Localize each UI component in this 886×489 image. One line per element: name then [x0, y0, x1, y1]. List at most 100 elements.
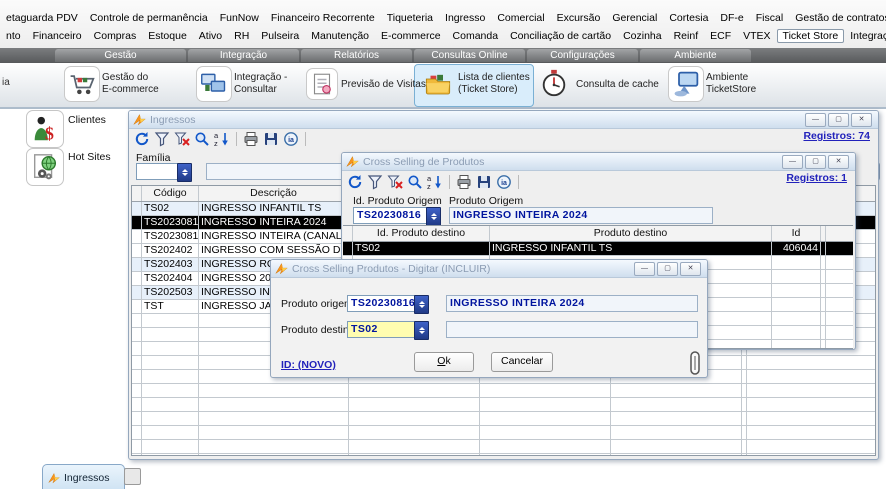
menu-item[interactable]: etaguarda PDV [0, 11, 84, 25]
cross-selling-records-link[interactable]: Registros: 1 [786, 172, 847, 184]
id-produto-origem-input[interactable]: TS20230816 [353, 207, 433, 224]
menu-item[interactable]: Ticket Store [777, 29, 845, 43]
cancel-button[interactable]: Cancelar [491, 352, 553, 372]
cross-selling-table-header[interactable]: Id. Produto destino Produto destino Id [343, 226, 853, 242]
column-id[interactable]: Id [772, 226, 821, 241]
ecommerce-label[interactable]: Gestão do E-commerce [102, 72, 180, 96]
ingressos-titlebar[interactable]: Ingressos [129, 111, 878, 129]
save-icon[interactable] [263, 131, 279, 147]
filter-icon[interactable] [154, 131, 170, 147]
info-badge-icon[interactable]: ia [496, 174, 512, 190]
clientes-button[interactable]: $ [26, 110, 64, 148]
category-relatorios[interactable]: Relatórios [301, 49, 412, 62]
search-icon[interactable] [194, 131, 210, 147]
hot-sites-button[interactable] [26, 148, 64, 186]
column-codigo[interactable]: Código [142, 186, 199, 201]
menu-item[interactable]: DF-e [714, 11, 749, 25]
info-badge-icon[interactable]: ia [283, 131, 299, 147]
lista-clientes-button[interactable] [422, 68, 454, 100]
maximize-button[interactable]: ▢ [805, 155, 826, 169]
category-ambiente[interactable]: Ambiente [640, 49, 751, 62]
consulta-cache-label[interactable]: Consulta de cache [576, 79, 671, 91]
minimize-button[interactable]: — [782, 155, 803, 169]
menu-item[interactable]: Reinf [668, 29, 705, 43]
integracao-consultar-button[interactable] [196, 66, 232, 102]
integracao-consultar-label[interactable]: Integração - Consultar [234, 72, 310, 96]
menu-item[interactable]: Controle de permanência [84, 11, 214, 25]
hot-sites-label[interactable]: Hot Sites [68, 151, 111, 163]
category-configuracoes[interactable]: Configurações [527, 49, 638, 62]
category-gestao[interactable]: Gestão [55, 49, 186, 62]
column-id-produto-destino[interactable]: Id. Produto destino [353, 226, 490, 241]
column-produto-destino[interactable]: Produto destino [490, 226, 772, 241]
tab-restore-icon[interactable] [124, 468, 141, 485]
menu-item[interactable]: Ingresso [439, 11, 491, 25]
dialog-produto-destino-input[interactable]: TS02 [347, 321, 421, 338]
menu-item[interactable]: RH [228, 29, 255, 43]
minimize-button[interactable]: — [634, 262, 655, 276]
print-icon[interactable] [243, 131, 259, 147]
close-button[interactable]: ✕ [851, 113, 872, 127]
menu-item[interactable]: nto [0, 29, 27, 43]
maximize-button[interactable]: ▢ [657, 262, 678, 276]
previsao-visitas-label[interactable]: Previsão de Visitas [341, 79, 431, 91]
print-icon[interactable] [456, 174, 472, 190]
clear-filter-icon[interactable] [174, 131, 190, 147]
lista-clientes-label[interactable]: Lista de clientes (Ticket Store) [458, 72, 530, 96]
menu-item[interactable]: Conciliação de cartão [504, 29, 617, 43]
maximize-button[interactable]: ▢ [828, 113, 849, 127]
search-icon[interactable] [407, 174, 423, 190]
ambiente-ticketstore-label[interactable]: Ambiente TicketStore [706, 72, 784, 96]
menu-item[interactable]: FunNow [214, 11, 265, 25]
menu-item[interactable]: Excursão [551, 11, 607, 25]
menu-item[interactable]: Gestão de contratos [789, 11, 886, 25]
consulta-cache-button[interactable] [538, 67, 570, 99]
ingressos-records-link[interactable]: Registros: 74 [803, 130, 870, 142]
sort-icon[interactable]: az [427, 174, 443, 190]
menu-item[interactable]: VTEX [737, 29, 776, 43]
ecommerce-button[interactable] [64, 66, 100, 102]
category-consultas[interactable]: Consultas Online [414, 49, 525, 62]
ambiente-ticketstore-button[interactable] [668, 66, 704, 102]
dialog-produto-destino-lookup-button[interactable] [414, 321, 429, 340]
menu-item[interactable]: ECF [704, 29, 737, 43]
menu-item[interactable]: Financeiro Recorrente [265, 11, 381, 25]
menu-item[interactable]: Comercial [491, 11, 550, 25]
cross-selling-titlebar[interactable]: Cross Selling de Produtos [342, 153, 855, 171]
dialog-produto-origem-lookup-button[interactable] [414, 295, 429, 314]
minimize-button[interactable]: — [805, 113, 826, 127]
close-button[interactable]: ✕ [828, 155, 849, 169]
menu-item[interactable]: Tiqueteria [381, 11, 439, 25]
dialog-produto-origem-input[interactable]: TS20230816 [347, 295, 421, 312]
refresh-icon[interactable] [347, 174, 363, 190]
ok-button[interactable]: Ok [414, 352, 474, 372]
menu-item[interactable]: Financeiro [27, 29, 88, 43]
refresh-icon[interactable] [134, 131, 150, 147]
menu-item[interactable]: E-commerce [375, 29, 447, 43]
save-icon[interactable] [476, 174, 492, 190]
record-id-link[interactable]: ID: (NOVO) [281, 359, 336, 371]
clientes-label[interactable]: Clientes [68, 114, 106, 126]
sort-icon[interactable]: az [214, 131, 230, 147]
clear-filter-icon[interactable] [387, 174, 403, 190]
familia-lookup-button[interactable] [177, 163, 192, 182]
category-integracao[interactable]: Integração [188, 49, 299, 62]
close-button[interactable]: ✕ [680, 262, 701, 276]
menu-item[interactable]: Compras [88, 29, 143, 43]
menu-item[interactable]: Pulseira [255, 29, 305, 43]
menu-item[interactable]: Integração Api [844, 29, 886, 43]
menu-item[interactable]: Ativo [193, 29, 228, 43]
menu-item[interactable]: Manutenção [305, 29, 375, 43]
column-descricao[interactable]: Descrição [199, 186, 349, 201]
menu-item[interactable]: Cortesia [663, 11, 714, 25]
menu-item[interactable]: Cozinha [617, 29, 668, 43]
menu-item[interactable]: Comanda [447, 29, 505, 43]
table-row-selected[interactable]: TS02 INGRESSO INFANTIL TS 406044 [343, 242, 853, 256]
previsao-visitas-button[interactable] [306, 68, 338, 100]
menu-item[interactable]: Fiscal [750, 11, 789, 25]
menu-item[interactable]: Gerencial [606, 11, 663, 25]
menu-item[interactable]: Estoque [142, 29, 193, 43]
id-produto-origem-lookup-button[interactable] [426, 207, 441, 226]
taskbar-tab-ingressos[interactable]: Ingressos [42, 464, 125, 489]
filter-icon[interactable] [367, 174, 383, 190]
